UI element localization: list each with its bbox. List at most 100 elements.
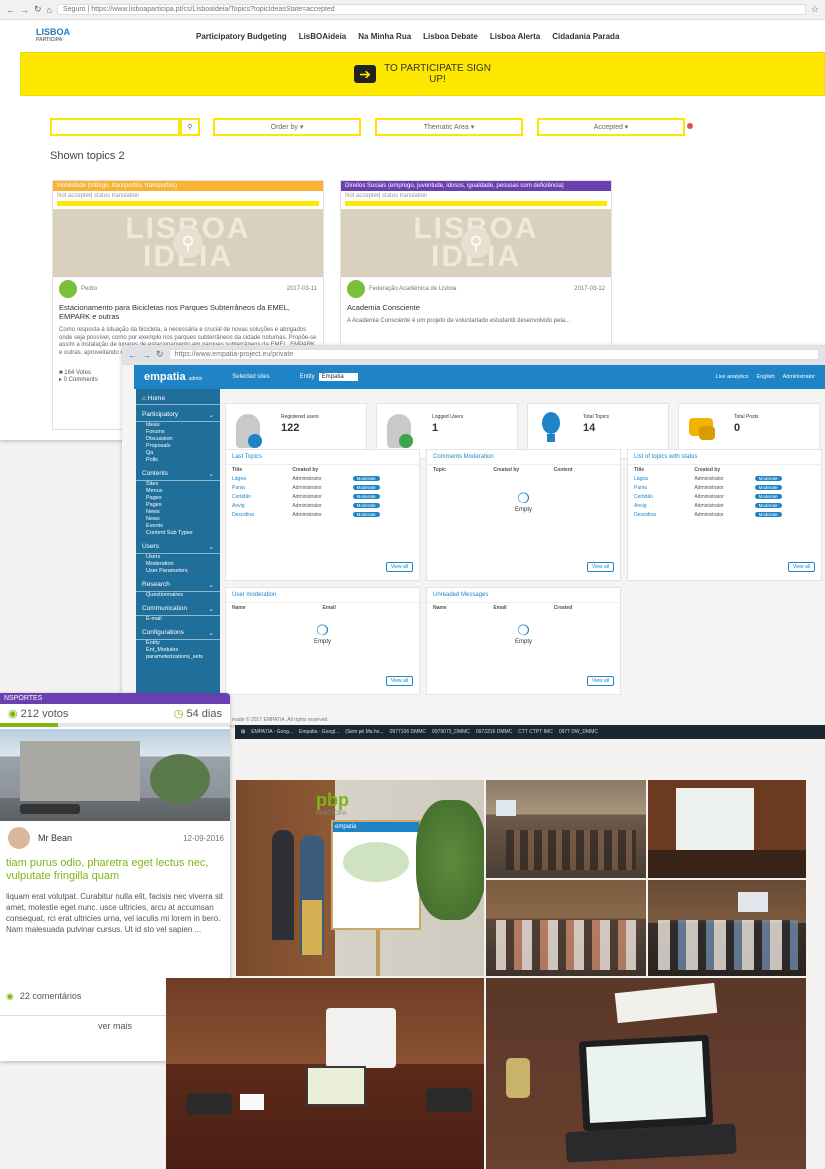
sidebar-item[interactable]: Ent_Modules <box>136 647 220 654</box>
star-icon[interactable]: ☆ <box>811 4 819 15</box>
sidebar-section-contents[interactable]: Contents ⌄ <box>136 468 220 481</box>
empatia-logo[interactable]: empatia <box>144 371 186 383</box>
cell-title[interactable]: Lágea <box>232 476 292 482</box>
view-all-button[interactable]: View all <box>385 562 413 572</box>
sidebar-item[interactable]: Pages <box>136 495 220 502</box>
taskbar-item[interactable]: 0973316 DMMC <box>476 729 512 735</box>
back-arrow-icon[interactable]: ← <box>128 350 137 360</box>
entity-select[interactable]: Empatia <box>318 373 358 381</box>
nav-item[interactable]: Cidadania Parada <box>552 32 619 41</box>
nav-item[interactable]: Lisboa Alerta <box>490 32 540 41</box>
forward-arrow-icon[interactable]: → <box>142 350 151 360</box>
view-all-button[interactable]: View all <box>787 562 815 572</box>
nav-item[interactable]: Lisboa Debate <box>423 32 478 41</box>
taskbar-item[interactable]: 0977106 DMMC <box>390 729 426 735</box>
site-logo[interactable]: LISBOA PARTICIPA <box>36 28 196 44</box>
moderate-button[interactable]: Moderate <box>352 493 380 499</box>
reset-filter-icon[interactable] <box>687 123 693 129</box>
language-select[interactable]: English <box>757 374 775 380</box>
signup-banner[interactable]: ➔ TO PARTICIPATE SIGN UP! <box>20 52 825 96</box>
moderate-button[interactable]: Moderate <box>754 475 782 481</box>
cell-title[interactable]: Pania <box>232 485 292 491</box>
sidebar-section-research[interactable]: Research ⌄ <box>136 579 220 592</box>
sidebar-item[interactable]: Events <box>136 523 220 530</box>
nav-item[interactable]: Na Minha Rua <box>358 32 411 41</box>
moderate-button[interactable]: Moderate <box>754 493 782 499</box>
sidebar-item[interactable]: Entity <box>136 640 220 647</box>
nav-item[interactable]: LisBOAideia <box>299 32 347 41</box>
proposal-title[interactable]: tiam purus odio, pharetra eget lectus ne… <box>0 855 230 885</box>
thematic-area-dropdown[interactable]: Thematic Area ▾ <box>375 118 523 136</box>
view-all-button[interactable]: View all <box>385 676 413 686</box>
sidebar-item[interactable]: User Parameters <box>136 568 220 575</box>
view-all-button[interactable]: View all <box>586 676 614 686</box>
taskbar-item[interactable]: Empatia - Googl... <box>299 729 339 735</box>
sidebar-item[interactable]: Sites <box>136 481 220 488</box>
moderate-button[interactable]: Moderate <box>754 511 782 517</box>
nav-item[interactable]: Participatory Budgeting <box>196 32 287 41</box>
moderate-button[interactable]: Moderate <box>352 511 380 517</box>
sidebar-item[interactable]: Pages <box>136 502 220 509</box>
search-button[interactable]: ⚲ <box>180 118 200 136</box>
start-icon[interactable]: ⊞ <box>241 729 245 735</box>
sidebar-item[interactable]: Qa <box>136 450 220 457</box>
cell-title[interactable]: Descidina <box>634 512 694 518</box>
moderate-button[interactable]: Moderate <box>754 502 782 508</box>
address-bar[interactable]: https://www.empatia-project.eu/private <box>168 349 819 360</box>
sidebar-section-communication[interactable]: Communication ⌄ <box>136 603 220 616</box>
cell-title[interactable]: Certidão <box>634 494 694 500</box>
cell-title[interactable]: Anvig <box>634 503 694 509</box>
back-arrow-icon[interactable]: ← <box>6 5 15 15</box>
sidebar-item-home[interactable]: ⌂ Home <box>136 393 220 405</box>
sidebar-section-participatory[interactable]: Participatory ⌄ <box>136 409 220 422</box>
sidebar-item[interactable]: parameterizations_sets <box>136 654 220 661</box>
sidebar-item[interactable]: Moderation <box>136 561 220 568</box>
sidebar-item[interactable]: News <box>136 516 220 523</box>
moderate-button[interactable]: Moderate <box>352 475 380 481</box>
sidebar-item[interactable]: Questionnaires <box>136 592 220 599</box>
order-by-dropdown[interactable]: Order by ▾ <box>213 118 361 136</box>
sidebar-item[interactable]: Menus <box>136 488 220 495</box>
forward-arrow-icon[interactable]: → <box>20 5 29 15</box>
sidebar-item[interactable]: Discussion <box>136 436 220 443</box>
topic-card[interactable]: Direitos Sociais (emprego, juventude, id… <box>340 180 612 360</box>
cell-title[interactable]: Lágea <box>634 476 694 482</box>
comment-count[interactable]: 22 comentários <box>20 991 159 1001</box>
moderate-button[interactable]: Moderate <box>754 484 782 490</box>
sidebar-section-users[interactable]: Users ⌄ <box>136 541 220 554</box>
search-input[interactable] <box>50 118 180 136</box>
analytics-link[interactable]: Live analytics <box>716 374 749 380</box>
menu-label[interactable]: Selected sites <box>232 374 269 380</box>
sidebar-item[interactable]: News <box>136 509 220 516</box>
user-menu[interactable]: Administrator <box>783 374 815 380</box>
moderate-button[interactable]: Moderate <box>352 502 380 508</box>
comment-icon: ◉ <box>6 990 14 1001</box>
sidebar-item[interactable]: Forums <box>136 429 220 436</box>
taskbar-item[interactable]: 0977 DW_DMMC <box>559 729 598 735</box>
sidebar-item[interactable]: Polls <box>136 457 220 464</box>
sidebar-section-configurations[interactable]: Configurations ⌄ <box>136 627 220 640</box>
sidebar-item[interactable]: Content Sub Types <box>136 530 220 537</box>
sidebar-item[interactable]: Users <box>136 554 220 561</box>
address-bar[interactable]: Seguro | https://www.lisboaparticipa.pt/… <box>56 4 806 15</box>
chevron-down-icon: ⌄ <box>208 544 214 551</box>
taskbar-item[interactable]: 0979072_DMMC <box>432 729 470 735</box>
reload-icon[interactable]: ↻ <box>34 4 42 15</box>
sidebar-item[interactable]: E-mail <box>136 616 220 623</box>
taskbar-item[interactable]: CTT CTPT IMC <box>518 729 553 735</box>
home-icon[interactable]: ⌂ <box>47 5 52 15</box>
topic-title[interactable]: Estacionamento para Bicicletas nos Parqu… <box>53 301 323 323</box>
cell-title[interactable]: Anvig <box>232 503 292 509</box>
taskbar-item[interactable]: EMPATIA - Goog... <box>251 729 293 735</box>
sidebar-item[interactable]: Proposals <box>136 443 220 450</box>
state-dropdown[interactable]: Accepted ▾ <box>537 118 685 136</box>
reload-icon[interactable]: ↻ <box>156 349 164 360</box>
cell-title[interactable]: Certidão <box>232 494 292 500</box>
moderate-button[interactable]: Moderate <box>352 484 380 490</box>
sidebar-item[interactable]: Ideas <box>136 422 220 429</box>
cell-title[interactable]: Descidina <box>232 512 292 518</box>
topic-title[interactable]: Academia Consciente <box>341 301 611 314</box>
cell-title[interactable]: Pania <box>634 485 694 491</box>
taskbar-item[interactable]: (Sem pé Ma ho... <box>345 729 383 735</box>
view-all-button[interactable]: View all <box>586 562 614 572</box>
